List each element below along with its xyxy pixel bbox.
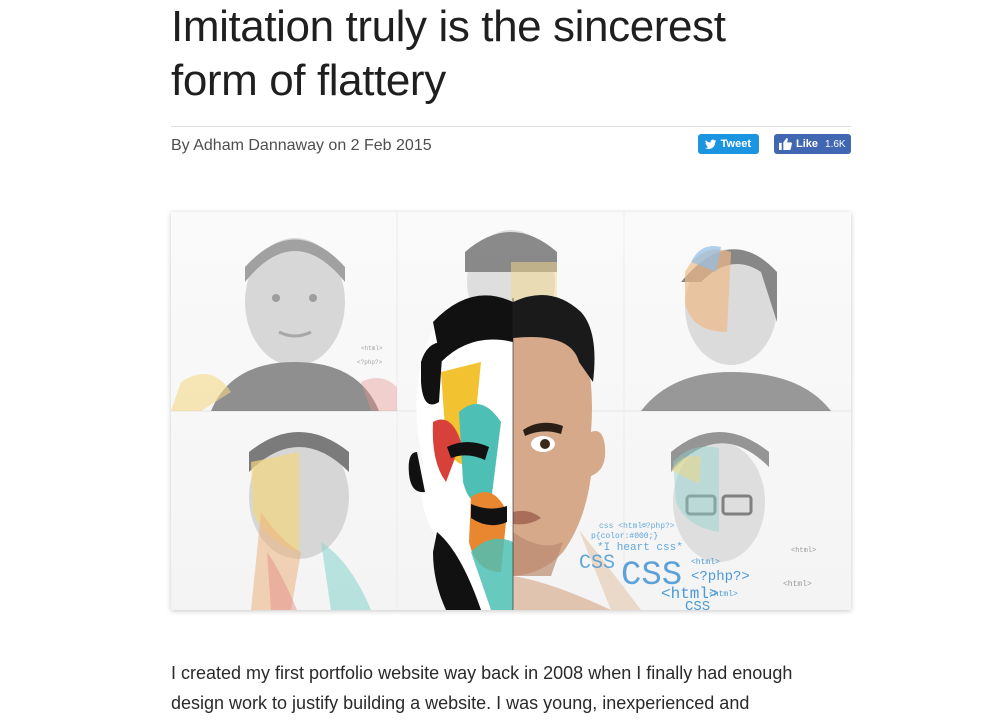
hero-illustration: css <html> <?php?> p{color:#000;} *I hea… <box>171 212 851 610</box>
svg-text:css <html>: css <html> <box>599 522 647 531</box>
hero-image: css <html> <?php?> p{color:#000;} *I hea… <box>171 212 851 610</box>
article-title-line-2: form of flattery <box>171 56 446 105</box>
article-title: Imitation truly is the sincerest form of… <box>171 0 851 108</box>
svg-text:p{color:#000;}: p{color:#000;} <box>591 532 658 541</box>
svg-text:<?php?>: <?php?> <box>641 522 675 531</box>
svg-text:<html>: <html> <box>691 558 720 567</box>
paragraph-line-1: I created my first portfolio website way… <box>171 663 793 683</box>
article-intro-paragraph: I created my first portfolio website way… <box>171 658 861 718</box>
like-label: Like <box>796 138 819 150</box>
like-count: 1.6K <box>825 138 846 150</box>
svg-text:CSS: CSS <box>579 552 615 575</box>
tweet-button[interactable]: Tweet <box>698 134 759 154</box>
title-divider <box>171 126 851 127</box>
svg-text:<html>: <html> <box>361 345 383 352</box>
svg-text:<html>: <html> <box>791 547 816 555</box>
svg-text:<html>: <html> <box>783 580 812 589</box>
thumbs-up-icon <box>779 138 792 150</box>
svg-text:<?php?>: <?php?> <box>357 359 383 366</box>
paragraph-line-2: design work to justify building a websit… <box>171 693 750 713</box>
tweet-label: Tweet <box>720 138 751 150</box>
svg-text:<html>: <html> <box>709 590 738 599</box>
facebook-like-button[interactable]: Like 1.6K <box>774 134 851 154</box>
twitter-bird-icon <box>705 139 717 149</box>
article-byline: By Adham Dannaway on 2 Feb 2015 <box>171 137 432 154</box>
article-title-line-1: Imitation truly is the sincerest <box>171 2 726 51</box>
svg-text:<?php?>: <?php?> <box>691 569 750 585</box>
svg-text:CSS: CSS <box>685 599 710 610</box>
